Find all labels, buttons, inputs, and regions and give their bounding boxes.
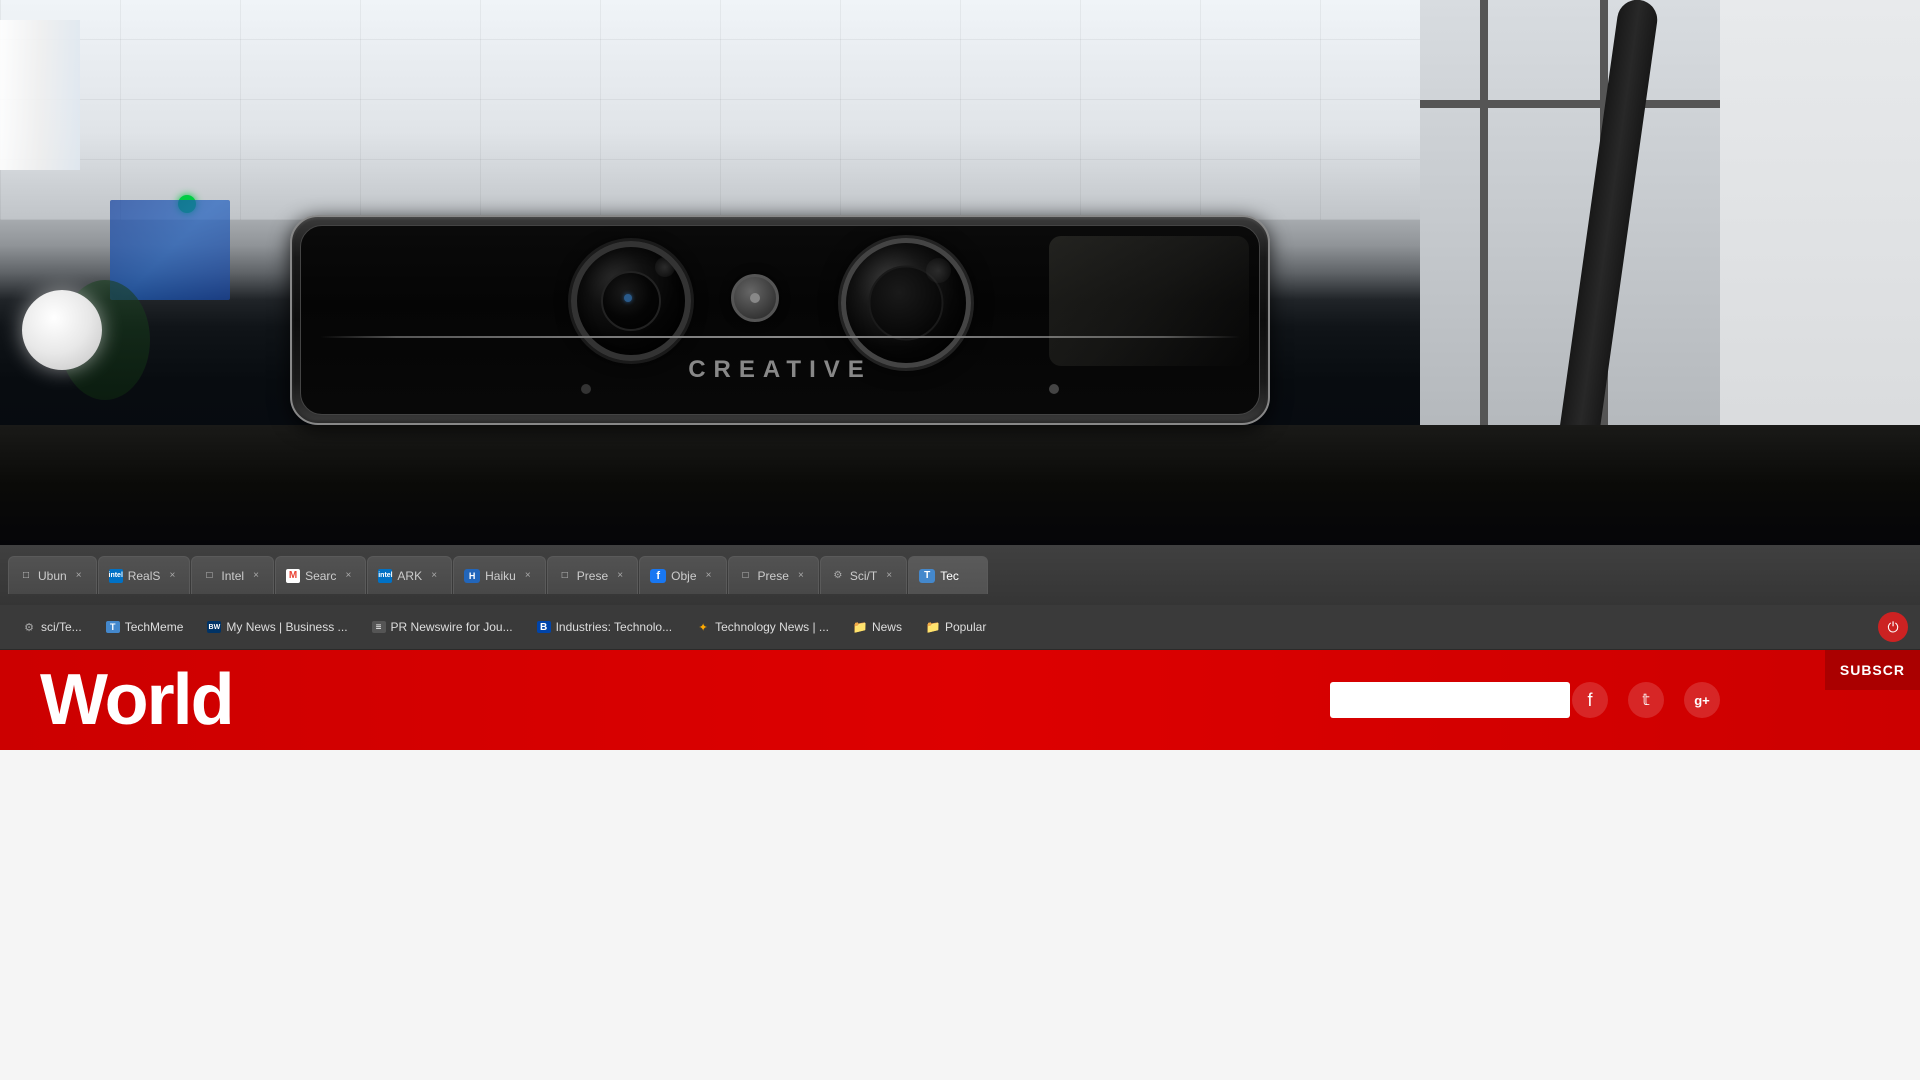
bookmark-news-folder[interactable]: 📁 News: [843, 616, 912, 638]
tab-realsense[interactable]: intel RealS ×: [98, 556, 191, 594]
tab-intel[interactable]: □ Intel ×: [191, 556, 274, 594]
bookmark-label-news: News: [872, 620, 902, 634]
tab-close-prese2[interactable]: ×: [794, 569, 808, 583]
tab-title-prese1: Prese: [577, 569, 608, 583]
blue-screen: [110, 200, 230, 300]
bookmark-label-mynews: My News | Business ...: [226, 620, 347, 634]
website-header: SUBSCR f 𝕥 g+ World: [0, 650, 1920, 750]
bookmark-technews[interactable]: ✦ Technology News | ...: [686, 616, 839, 638]
tab-close-gmail[interactable]: ×: [341, 569, 355, 583]
tab-haiku[interactable]: H Haiku ×: [453, 556, 546, 594]
webcam-device: CREATIVE: [290, 215, 1270, 425]
facebook-icon[interactable]: f: [1572, 682, 1608, 718]
tab-close-ark[interactable]: ×: [427, 569, 441, 583]
photo-area: CREATIVE: [0, 0, 1920, 545]
webcam-body: CREATIVE: [300, 225, 1260, 415]
tab-icon-haiku: H: [464, 569, 480, 583]
bookmarks-bar: ⚙ sci/Te... T TechMeme BW My News | Busi…: [0, 605, 1920, 650]
tab-icon-ubuntu: □: [19, 569, 33, 583]
tab-title-techmeme: Tec: [940, 569, 977, 583]
wall-right: [1420, 0, 1920, 480]
bookmark-icon-bloomberg: B: [537, 621, 551, 633]
subscribe-button[interactable]: SUBSCR: [1825, 650, 1920, 690]
tab-prese2[interactable]: □ Prese ×: [728, 556, 819, 594]
bookmark-icon-mynews: BW: [207, 621, 221, 633]
webcam-dot-left: [581, 384, 591, 394]
tab-icon-scitec: ⚙: [831, 569, 845, 583]
site-title: World: [40, 659, 233, 741]
tab-title-scitec: Sci/T: [850, 569, 877, 583]
bookmark-label-popular: Popular: [945, 620, 986, 634]
bookmark-icon-technews: ✦: [696, 620, 710, 634]
tab-gmail[interactable]: M Searc ×: [275, 556, 366, 594]
bookmark-icon-scite: ⚙: [22, 620, 36, 634]
ceiling-light: [0, 20, 80, 170]
tab-close-haiku[interactable]: ×: [521, 569, 535, 583]
tab-icon-prese2: □: [739, 569, 753, 583]
twitter-icon[interactable]: 𝕥: [1628, 682, 1664, 718]
bookmark-icon-techmeme: T: [106, 621, 120, 633]
tab-close-object[interactable]: ×: [702, 569, 716, 583]
globe-light: [22, 290, 102, 370]
bookmark-bloomberg[interactable]: B Industries: Technolo...: [527, 616, 683, 638]
tab-close-intel[interactable]: ×: [249, 569, 263, 583]
bookmark-icon-news-folder: 📁: [853, 620, 867, 634]
lens-middle-dot: [750, 293, 760, 303]
tab-ark[interactable]: intel ARK ×: [367, 556, 452, 594]
lens-middle: [731, 274, 779, 322]
website-area: SUBSCR f 𝕥 g+ World: [0, 650, 1920, 1080]
bookmark-label-technews: Technology News | ...: [715, 620, 829, 634]
monitor-top-edge: [0, 425, 1920, 545]
googleplus-icon[interactable]: g+: [1684, 682, 1720, 718]
tab-icon-prese1: □: [558, 569, 572, 583]
webcam-brand-text: CREATIVE: [688, 356, 872, 384]
tab-title-haiku: Haiku: [485, 569, 516, 583]
twitter-icon-label: 𝕥: [1642, 690, 1649, 710]
tab-close-realsense[interactable]: ×: [165, 569, 179, 583]
bookmark-icon-prnewswire: ≡: [372, 621, 386, 633]
tab-icon-ark: intel: [378, 569, 392, 583]
bookmark-scite[interactable]: ⚙ sci/Te...: [12, 616, 92, 638]
social-icons-group: f 𝕥 g+: [1572, 682, 1720, 718]
webcam-reflection: [1049, 236, 1249, 366]
bookmark-techmeme[interactable]: T TechMeme: [96, 616, 194, 638]
tab-title-gmail: Searc: [305, 569, 336, 583]
webcam-dot-right: [1049, 384, 1059, 394]
tab-icon-realsense: intel: [109, 569, 123, 583]
bookmark-popular-folder[interactable]: 📁 Popular: [916, 616, 996, 638]
tab-techmeme[interactable]: T Tec: [908, 556, 988, 594]
tab-title-ark: ARK: [397, 569, 422, 583]
bookmark-mynews[interactable]: BW My News | Business ...: [197, 616, 357, 638]
tab-close-prese1[interactable]: ×: [613, 569, 627, 583]
lens-left: [571, 241, 691, 361]
bookmark-prnewswire[interactable]: ≡ PR Newswire for Jou...: [362, 616, 523, 638]
tab-scitec[interactable]: ⚙ Sci/T ×: [820, 556, 907, 594]
bookmark-label-prnewswire: PR Newswire for Jou...: [391, 620, 513, 634]
tab-title-realsense: RealS: [128, 569, 161, 583]
lens-left-dot: [624, 294, 632, 302]
tab-ubuntu[interactable]: □ Ubun ×: [8, 556, 97, 594]
browser-tabs-bar: □ Ubun × intel RealS × □ Intel × M Searc…: [0, 545, 1920, 605]
bookmark-label-techmeme: TechMeme: [125, 620, 184, 634]
tab-icon-gmail: M: [286, 569, 300, 583]
tab-close-ubuntu[interactable]: ×: [72, 569, 86, 583]
tab-icon-object: f: [650, 569, 666, 583]
bookmark-label-bloomberg: Industries: Technolo...: [556, 620, 673, 634]
tab-title-object: Obje: [671, 569, 696, 583]
lens-right: [841, 238, 971, 368]
tab-object[interactable]: f Obje ×: [639, 556, 726, 594]
tab-title-ubuntu: Ubun: [38, 569, 67, 583]
search-box[interactable]: [1330, 682, 1570, 718]
lens-left-inner: [601, 271, 661, 331]
tab-icon-techmeme: T: [919, 569, 935, 583]
tab-close-scitec[interactable]: ×: [882, 569, 896, 583]
tab-prese1[interactable]: □ Prese ×: [547, 556, 638, 594]
bookmark-label-scite: sci/Te...: [41, 620, 82, 634]
power-button[interactable]: ⏻: [1878, 612, 1908, 642]
tab-title-prese2: Prese: [758, 569, 789, 583]
tab-icon-intel: □: [202, 569, 216, 583]
bookmark-icon-popular-folder: 📁: [926, 620, 940, 634]
tab-title-intel: Intel: [221, 569, 244, 583]
